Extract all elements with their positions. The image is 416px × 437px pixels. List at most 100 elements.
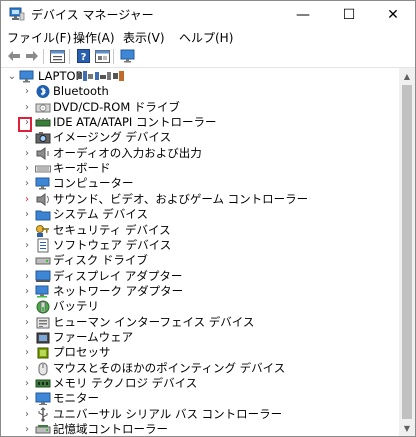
dvd-drive-icon — [35, 103, 51, 113]
properties-button[interactable] — [48, 48, 66, 64]
sound-icon — [36, 192, 49, 206]
expand-arrow-icon[interactable]: › — [22, 332, 32, 343]
forward-button[interactable] — [23, 48, 41, 64]
expand-arrow-icon[interactable]: › — [22, 363, 32, 374]
tree-item[interactable]: › キーボード — [1, 161, 399, 176]
expand-arrow-icon[interactable]: › — [22, 209, 32, 220]
tree-item[interactable]: › オーディオの入力および出力 — [1, 146, 399, 161]
expand-arrow-icon[interactable]: › — [22, 132, 32, 143]
back-button[interactable] — [5, 48, 23, 64]
expand-arrow-icon[interactable]: › — [22, 86, 32, 97]
menu-file[interactable]: ファイル(F) — [7, 29, 71, 46]
expand-arrow-icon[interactable]: › — [22, 317, 32, 328]
expand-arrow-icon[interactable]: › — [22, 286, 32, 297]
tree-item[interactable]: › マウスとそのほかのポインティング デバイス — [1, 361, 399, 376]
show-hidden-icon — [94, 49, 110, 63]
monitor-icon — [120, 49, 134, 63]
help-button[interactable]: ? — [74, 48, 92, 64]
maximize-button[interactable]: ☐ — [327, 1, 371, 28]
tree-item-label: 記憶域コントローラー — [53, 422, 168, 437]
tree-root[interactable]: ⌄ LAPTOP — [1, 69, 399, 84]
expand-arrow-icon[interactable]: › — [22, 102, 32, 113]
tree-item[interactable]: › バッテリ — [1, 299, 399, 314]
expand-arrow-icon[interactable]: › — [22, 148, 32, 159]
expand-arrow-icon[interactable]: › — [22, 225, 32, 236]
expand-arrow-icon[interactable]: › — [22, 255, 32, 266]
battery-icon — [36, 300, 50, 314]
device-manager-window: デバイス マネージャー — ☐ ✕ ファイル(F) 操作(A) 表示(V) ヘル… — [0, 0, 416, 437]
close-button[interactable]: ✕ — [371, 1, 415, 28]
tree-item[interactable]: › サウンド、ビデオ、およびゲーム コントローラー — [1, 192, 399, 207]
expand-arrow-icon[interactable]: › — [22, 163, 32, 174]
expand-arrow-icon[interactable]: › — [22, 194, 32, 205]
tree-item[interactable]: › モニター — [1, 391, 399, 406]
tree-item[interactable]: › セキュリティ デバイス — [1, 223, 399, 238]
usb-icon — [38, 406, 48, 422]
disk-drive-icon — [35, 257, 51, 265]
tree-item-label: オーディオの入力および出力 — [53, 145, 202, 160]
minimize-button[interactable]: — — [281, 1, 325, 28]
redacted-hostname — [77, 71, 124, 81]
tree-item[interactable]: › 記憶域コントローラー — [1, 422, 399, 437]
expand-arrow-icon[interactable]: › — [22, 409, 32, 420]
expand-arrow-icon[interactable]: › — [22, 347, 32, 358]
tree-item[interactable]: › ユニバーサル シリアル バス コントローラー — [1, 407, 399, 422]
expand-arrow-icon[interactable]: › — [22, 424, 32, 435]
tree-item-label: ヒューマン インターフェイス デバイス — [53, 314, 255, 329]
tree-item[interactable]: › プロセッサ — [1, 345, 399, 360]
tree-item[interactable]: › コンピューター — [1, 176, 399, 191]
display-adapter-icon — [35, 270, 51, 282]
menu-view[interactable]: 表示(V) — [123, 29, 165, 46]
tree-item[interactable]: › Bluetooth — [1, 84, 399, 99]
expand-arrow-icon[interactable]: › — [22, 178, 32, 189]
tree-item[interactable]: › ディスク ドライブ — [1, 253, 399, 268]
collapse-arrow-icon[interactable]: ⌄ — [7, 71, 17, 82]
scan-hardware-button[interactable] — [118, 48, 136, 64]
software-device-icon — [37, 238, 49, 253]
expand-arrow-icon[interactable]: › — [22, 301, 32, 312]
minimize-icon: — — [296, 6, 310, 23]
tree-item[interactable]: › ソフトウェア デバイス — [1, 238, 399, 253]
storage-controller-icon — [35, 425, 51, 434]
expand-arrow-icon[interactable]: › — [22, 271, 32, 282]
menu-action[interactable]: 操作(A) — [73, 29, 115, 46]
tree-item-label: システム デバイス — [53, 207, 148, 222]
highlight-box — [18, 117, 32, 132]
title-bar[interactable]: デバイス マネージャー — ☐ ✕ — [1, 1, 415, 28]
tree-item[interactable]: › イメージング デバイス — [1, 130, 399, 145]
tree-item[interactable]: › ネットワーク アダプター — [1, 284, 399, 299]
tree-item[interactable]: › ヒューマン インターフェイス デバイス — [1, 315, 399, 330]
tree-item-label: キーボード — [53, 161, 111, 176]
expand-arrow-icon[interactable]: › — [22, 378, 32, 389]
mouse-icon — [38, 362, 48, 376]
scroll-down-arrow[interactable]: ▼ — [399, 420, 415, 436]
memory-icon — [35, 379, 51, 388]
vertical-scrollbar[interactable]: ▲ ▼ — [399, 68, 415, 436]
toolbar-separator — [69, 49, 70, 64]
window-title: デバイス マネージャー — [31, 8, 154, 22]
tree-item-label: プロセッサ — [53, 345, 111, 360]
toolbar-separator — [43, 49, 44, 64]
scroll-up-arrow[interactable]: ▲ — [399, 68, 415, 84]
speaker-icon — [36, 146, 49, 160]
tree-item[interactable]: › メモリ テクノロジ デバイス — [1, 376, 399, 391]
scroll-thumb[interactable] — [402, 85, 412, 419]
expand-arrow-icon[interactable]: › — [22, 393, 32, 404]
tree-item[interactable]: › システム デバイス — [1, 207, 399, 222]
tree-item-label: Bluetooth — [53, 84, 109, 99]
tree-item-label: ネットワーク アダプター — [53, 283, 184, 298]
tree-root-label: LAPTOP — [38, 69, 83, 83]
expand-arrow-icon[interactable]: › — [22, 240, 32, 251]
tree-item-label: IDE ATA/ATAPI コントローラー — [53, 115, 217, 130]
tree-item[interactable]: › ディスプレイ アダプター — [1, 269, 399, 284]
tree-item[interactable]: › IDE ATA/ATAPI コントローラー — [1, 115, 399, 130]
monitor-icon — [35, 392, 51, 406]
show-hidden-button[interactable] — [93, 48, 111, 64]
system-folder-icon — [35, 210, 51, 221]
tree-item-label: バッテリ — [53, 299, 99, 314]
camera-icon — [35, 132, 51, 144]
tree-item[interactable]: › ファームウェア — [1, 330, 399, 345]
maximize-icon: ☐ — [342, 6, 356, 23]
menu-help[interactable]: ヘルプ(H) — [179, 29, 233, 46]
tree-item[interactable]: › DVD/CD-ROM ドライブ — [1, 100, 399, 115]
